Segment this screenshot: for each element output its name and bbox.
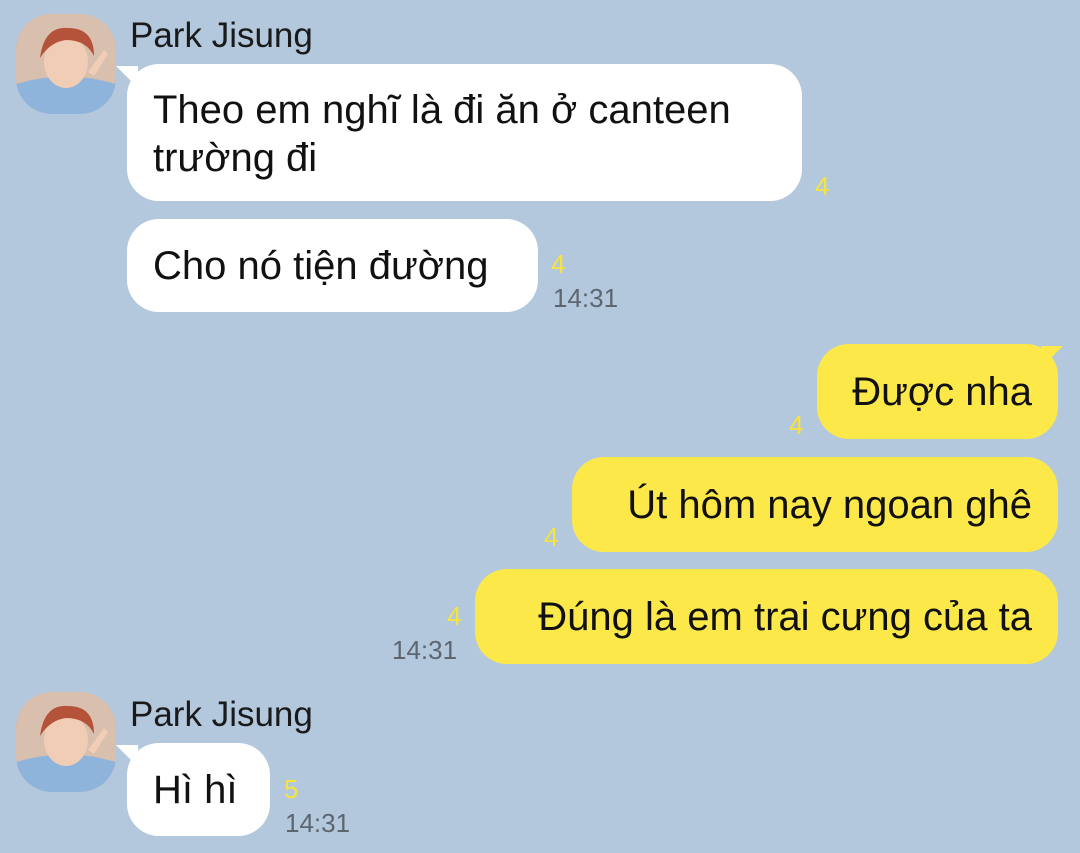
- profile-photo-icon: [16, 14, 116, 114]
- message-line: trường đi: [153, 136, 318, 180]
- message-text: Út hôm nay ngoan ghê: [627, 482, 1032, 527]
- message-text: Cho nó tiện đường: [153, 243, 489, 288]
- message-line: Theo em nghĩ là đi ăn ở canteen: [153, 88, 731, 132]
- profile-photo-icon: [16, 692, 116, 792]
- avatar[interactable]: [16, 14, 116, 114]
- unread-count: 5: [284, 774, 299, 804]
- unread-count: 4: [447, 601, 462, 631]
- unread-count: 4: [789, 410, 804, 440]
- unread-count: 4: [815, 171, 830, 201]
- unread-count: 4: [544, 522, 559, 552]
- message-bubble[interactable]: Theo em nghĩ là đi ăn ở canteen trường đ…: [127, 64, 802, 201]
- message-bubble[interactable]: Cho nó tiện đường: [127, 219, 538, 312]
- sender-name: Park Jisung: [130, 695, 313, 734]
- unread-count: 4: [551, 249, 566, 279]
- timestamp: 14:31: [285, 808, 351, 838]
- message-bubble[interactable]: Đúng là em trai cưng của ta: [475, 569, 1058, 664]
- timestamp: 14:31: [392, 635, 458, 665]
- message-text: Đúng là em trai cưng của ta: [538, 594, 1032, 639]
- timestamp: 14:31: [553, 283, 619, 313]
- avatar[interactable]: [16, 692, 116, 792]
- message-text: Được nha: [852, 369, 1032, 414]
- message-bubble[interactable]: Được nha: [817, 344, 1058, 439]
- message-bubble[interactable]: Hì hì: [127, 743, 270, 836]
- message-bubble[interactable]: Út hôm nay ngoan ghê: [572, 457, 1058, 552]
- message-text: Hì hì: [153, 767, 238, 812]
- sender-name: Park Jisung: [130, 16, 313, 55]
